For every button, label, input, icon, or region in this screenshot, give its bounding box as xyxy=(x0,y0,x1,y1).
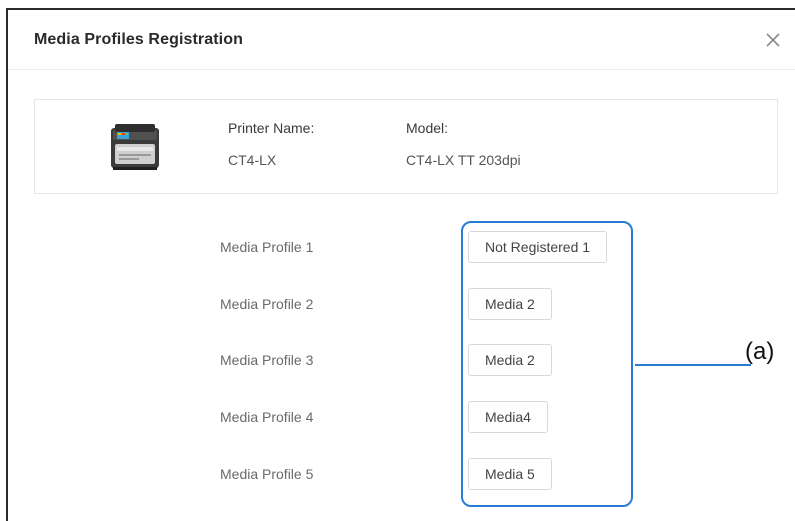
printer-name-label: Printer Name: xyxy=(228,120,315,136)
callout-leader-line xyxy=(635,364,751,366)
model-label: Model: xyxy=(406,120,449,136)
callout-highlight-box xyxy=(461,221,633,507)
dialog-header: Media Profiles Registration xyxy=(8,10,795,70)
printer-info-card: Printer Name: CT4-LX Model: CT4-LX TT 20… xyxy=(34,99,778,194)
dialog-title: Media Profiles Registration xyxy=(34,31,243,48)
media-profile-5-label: Media Profile 5 xyxy=(220,466,314,482)
media-profile-1-label: Media Profile 1 xyxy=(220,239,314,255)
printer-icon xyxy=(105,120,165,172)
media-profile-3-label: Media Profile 3 xyxy=(220,352,314,368)
close-icon[interactable] xyxy=(762,29,784,51)
screenshot-canvas: Media Profiles Registration Printer Name… xyxy=(0,0,795,521)
media-profile-2-label: Media Profile 2 xyxy=(220,296,314,312)
media-profile-4-label: Media Profile 4 xyxy=(220,409,314,425)
media-profiles-dialog: Media Profiles Registration Printer Name… xyxy=(6,8,795,521)
model-value: CT4-LX TT 203dpi xyxy=(406,152,521,168)
printer-name-value: CT4-LX xyxy=(228,152,277,168)
callout-label: (a) xyxy=(745,338,775,365)
